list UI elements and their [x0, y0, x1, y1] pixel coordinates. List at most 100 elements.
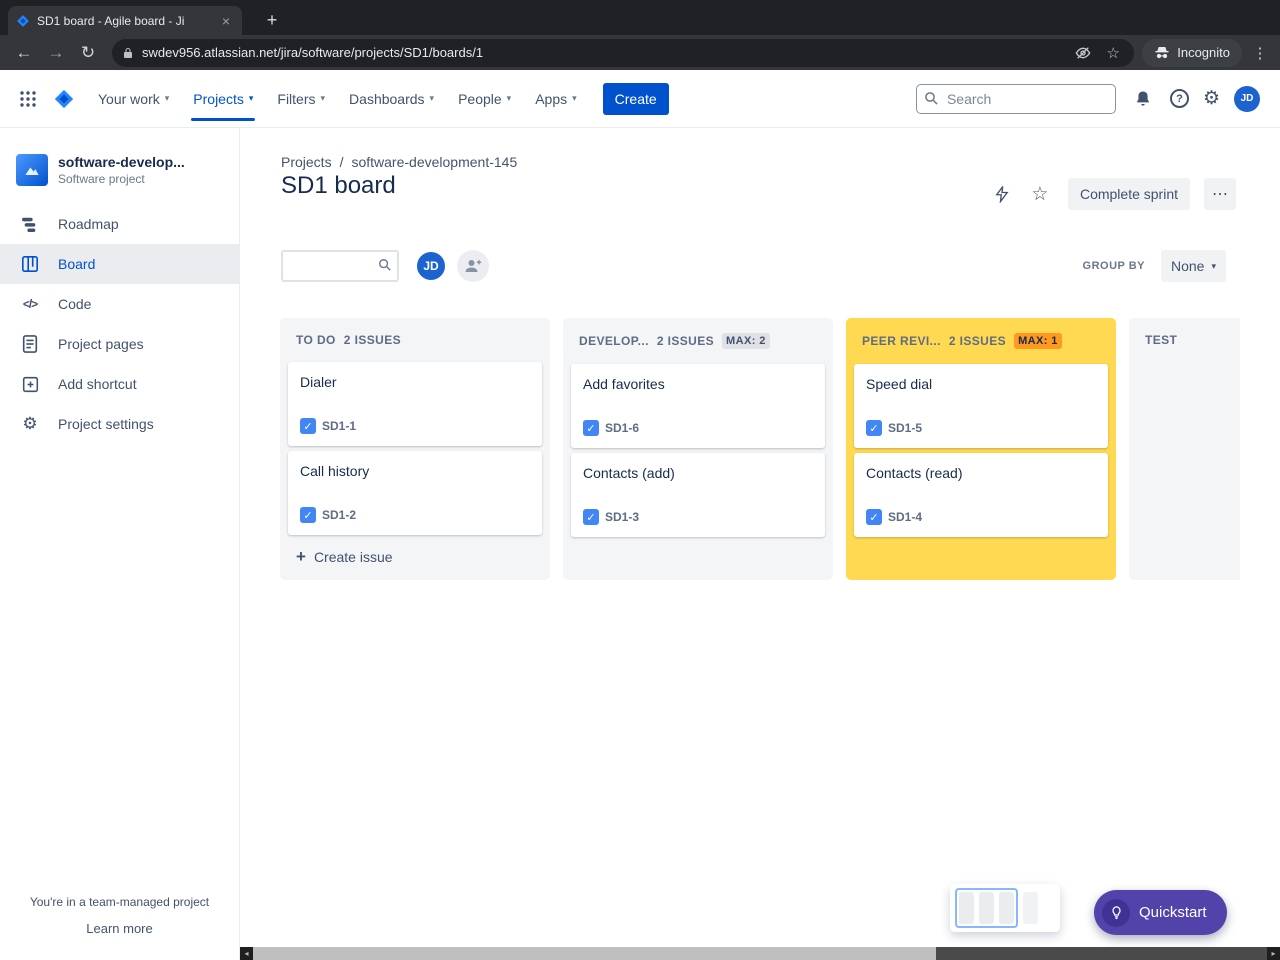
add-people-icon[interactable]: [457, 250, 489, 282]
project-header: software-develop... Software project: [0, 128, 239, 204]
chevron-down-icon: ▾: [320, 93, 326, 103]
topnav-item-your-work[interactable]: Your work ▾: [86, 70, 181, 128]
column-header: DEVELOP... 2 ISSUES MAX: 2: [563, 318, 833, 360]
issue-key: SD1-6: [605, 421, 640, 435]
chevron-down-icon: ▾: [248, 93, 254, 103]
new-tab-button[interactable]: +: [258, 6, 286, 34]
quickstart-spotlight-thumbnail: [950, 884, 1060, 932]
column-development: DEVELOP... 2 ISSUES MAX: 2 Add favorites…: [563, 318, 833, 580]
column-header: PEER REVI... 2 ISSUES MAX: 1: [846, 318, 1116, 360]
column-peer-review: PEER REVI... 2 ISSUES MAX: 1 Speed dial …: [846, 318, 1116, 580]
help-icon[interactable]: ?: [1169, 89, 1189, 108]
board-header-actions: ☆ Complete sprint ⋯: [986, 178, 1236, 210]
notifications-icon[interactable]: [1130, 86, 1156, 112]
max-limit-badge: MAX: 2: [722, 333, 770, 349]
pages-icon: [18, 335, 42, 353]
url-text: swdev956.atlassian.net/jira/software/pro…: [142, 45, 484, 60]
topnav-item-dashboards[interactable]: Dashboards ▾: [337, 70, 446, 128]
lightning-icon[interactable]: [986, 178, 1018, 210]
gear-icon[interactable]: ⚙: [1203, 87, 1220, 110]
chevron-down-icon: ▾: [1211, 260, 1216, 271]
topnav-item-projects[interactable]: Projects ▾: [181, 70, 265, 128]
issue-card[interactable]: Call history ✓ SD1-2: [288, 451, 542, 535]
chevron-down-icon: ▾: [506, 93, 512, 103]
issue-key: SD1-3: [605, 510, 640, 524]
learn-more-link[interactable]: Learn more: [0, 921, 239, 936]
url-omnibox[interactable]: swdev956.atlassian.net/jira/software/pro…: [112, 38, 1135, 67]
project-name: software-develop...: [58, 154, 185, 170]
eye-off-icon[interactable]: [1072, 42, 1094, 64]
more-actions-icon[interactable]: ⋯: [1204, 178, 1236, 210]
chevron-down-icon: ▾: [572, 93, 577, 103]
create-button[interactable]: Create: [602, 82, 669, 115]
group-by-control: GROUP BY None ▾: [1083, 250, 1226, 282]
sidebar-item-code[interactable]: </> Code: [0, 284, 239, 324]
add-shortcut-icon: [18, 376, 42, 393]
tab-title: SD1 board - Agile board - Ji: [37, 13, 185, 28]
create-issue-button[interactable]: + Create issue: [288, 541, 542, 573]
breadcrumb-separator: /: [339, 154, 344, 170]
sidebar-item-project-settings[interactable]: ⚙ Project settings: [0, 404, 239, 444]
app-switcher-icon[interactable]: [12, 83, 44, 115]
board-member-avatar[interactable]: JD: [415, 250, 447, 282]
sidebar-item-add-shortcut[interactable]: Add shortcut: [0, 364, 239, 404]
bookmark-star-icon[interactable]: ☆: [1102, 42, 1124, 64]
project-avatar: [16, 154, 48, 186]
group-by-dropdown[interactable]: None ▾: [1161, 250, 1226, 282]
browser-address-bar: ← → ↻ swdev956.atlassian.net/jira/softwa…: [0, 35, 1280, 70]
group-by-label: GROUP BY: [1082, 260, 1145, 272]
issue-key: SD1-4: [888, 510, 923, 524]
column-header: TO DO 2 ISSUES: [296, 333, 402, 347]
user-avatar[interactable]: JD: [1234, 85, 1260, 112]
jira-logo-icon[interactable]: [48, 83, 80, 115]
tab-close-icon[interactable]: ×: [218, 13, 234, 29]
issue-card[interactable]: Contacts (read) ✓ SD1-4: [854, 453, 1108, 537]
global-search-input[interactable]: [915, 83, 1116, 114]
star-icon[interactable]: ☆: [1024, 178, 1056, 210]
sidebar-item-roadmap[interactable]: Roadmap: [0, 204, 239, 244]
column-cards: Add favorites ✓ SD1-6 Contacts (add) ✓ S…: [563, 360, 833, 537]
issue-key: SD1-2: [322, 508, 357, 522]
issue-card[interactable]: Add favorites ✓ SD1-6: [571, 364, 825, 448]
project-type: Software project: [58, 172, 145, 186]
global-search: [915, 83, 1116, 114]
scrollbar-thumb[interactable]: [253, 947, 936, 960]
chevron-down-icon: ▾: [429, 93, 435, 103]
topnav-right: ? ⚙ JD: [915, 83, 1260, 114]
browser-tab[interactable]: SD1 board - Agile board - Ji ×: [8, 6, 242, 35]
sidebar-item-board[interactable]: Board: [0, 244, 239, 284]
issue-card[interactable]: Speed dial ✓ SD1-5: [854, 364, 1108, 448]
sidebar-footer: You're in a team-managed project Learn m…: [0, 895, 239, 936]
team-managed-note: You're in a team-managed project: [29, 895, 210, 909]
back-icon[interactable]: ←: [10, 39, 38, 67]
incognito-icon: [1155, 46, 1169, 58]
search-icon: [924, 91, 939, 111]
forward-icon[interactable]: →: [42, 39, 70, 67]
issue-key: SD1-1: [322, 419, 357, 433]
issue-card[interactable]: Contacts (add) ✓ SD1-3: [571, 453, 825, 537]
topnav-item-filters[interactable]: Filters ▾: [265, 70, 337, 128]
lightbulb-icon: [1102, 898, 1130, 927]
code-icon: </>: [22, 297, 38, 311]
breadcrumb-project-link[interactable]: software-development-145: [351, 154, 517, 170]
horizontal-scrollbar[interactable]: ◂ ▸: [240, 947, 1280, 960]
scrollbar-left-arrow[interactable]: ◂: [240, 947, 253, 960]
scrollbar-right-arrow[interactable]: ▸: [1267, 947, 1280, 960]
quickstart-button[interactable]: Quickstart: [1094, 890, 1227, 935]
board-icon: [18, 255, 42, 273]
plus-icon: +: [296, 547, 306, 566]
browser-tab-bar: SD1 board - Agile board - Ji × +: [0, 0, 1280, 35]
complete-sprint-button[interactable]: Complete sprint: [1067, 178, 1190, 210]
reload-icon[interactable]: ↻: [74, 39, 102, 67]
breadcrumb-projects-link[interactable]: Projects: [281, 154, 332, 170]
board-toolbar: JD GROUP BY None ▾: [281, 250, 1226, 282]
roadmap-icon: [18, 216, 42, 232]
max-limit-badge: MAX: 1: [1014, 333, 1062, 349]
sidebar-item-project-pages[interactable]: Project pages: [0, 324, 239, 364]
topnav-item-people[interactable]: People ▾: [446, 70, 523, 128]
issue-card[interactable]: Dialer ✓ SD1-1: [288, 362, 542, 446]
topnav-item-apps[interactable]: Apps ▾: [523, 70, 588, 128]
task-type-icon: ✓: [866, 420, 882, 436]
breadcrumb: Projects / software-development-145: [281, 154, 517, 170]
browser-menu-icon[interactable]: ⋮: [1248, 39, 1272, 67]
